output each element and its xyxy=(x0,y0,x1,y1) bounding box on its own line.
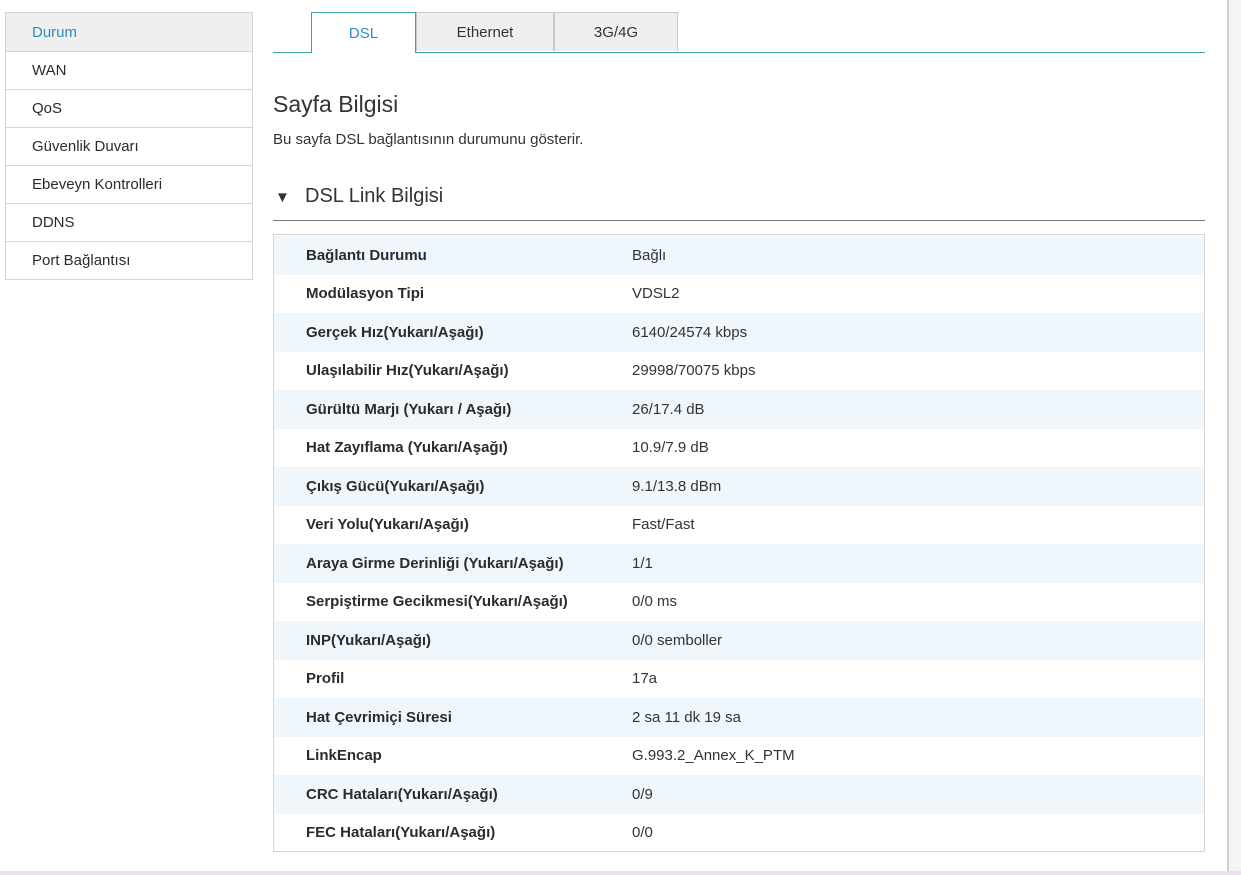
section-title: DSL Link Bilgisi xyxy=(305,185,444,207)
table-row: FEC Hataları(Yukarı/Aşağı) 0/0 xyxy=(274,814,1204,853)
row-value: Bağlı xyxy=(632,246,667,264)
row-value: 0/0 xyxy=(632,824,653,842)
row-value: 17a xyxy=(632,670,658,688)
table-row: Hat Zayıflama (Yukarı/Aşağı) 10.9/7.9 dB xyxy=(274,429,1204,468)
table-row: Araya Girme Derinliği (Yukarı/Aşağı) 1/1 xyxy=(274,544,1204,583)
row-value: 9.1/13.8 dBm xyxy=(632,477,722,495)
row-label: CRC Hataları(Yukarı/Aşağı) xyxy=(306,785,498,803)
row-label: Veri Yolu(Yukarı/Aşağı) xyxy=(306,516,469,534)
row-label: FEC Hataları(Yukarı/Aşağı) xyxy=(306,824,496,842)
table-row: Serpiştirme Gecikmesi(Yukarı/Aşağı) 0/0 m… xyxy=(274,583,1204,622)
row-value: 0/0 semboller xyxy=(632,631,723,649)
table-row: CRC Hataları(Yukarı/Aşağı) 0/9 xyxy=(274,775,1204,814)
row-value: G.993.2_Annex_K_PTM xyxy=(632,747,795,765)
row-label: Profil xyxy=(306,670,345,688)
row-value: 1/1 xyxy=(632,554,653,572)
table-row: Modülasyon Tipi VDSL2 xyxy=(274,275,1204,314)
dsl-info-table: Bağlantı Durumu Bağlı Modülasyon Tipi VDSL… xyxy=(273,234,1205,852)
row-value: 29998/70075 kbps xyxy=(632,362,756,380)
row-value: 6140/24574 kbps xyxy=(632,323,748,341)
tab-3g-4g[interactable]: 3G/4G xyxy=(554,12,678,51)
table-row: Gerçek Hız(Yukarı/Aşağı) 6140/24574 kbps xyxy=(274,313,1204,352)
row-label: Serpiştirme Gecikmesi(Yukarı/Aşağı) xyxy=(306,593,568,611)
collapse-triangle-icon[interactable]: ▼ xyxy=(275,189,305,206)
row-label: INP(Yukarı/Aşağı) xyxy=(306,631,432,649)
sidebar-item-parental-controls[interactable]: Ebeveyn Kontrolleri xyxy=(6,166,252,204)
page-description: Bu sayfa DSL bağlantısının durumunu göst… xyxy=(273,131,584,148)
row-value: 0/0 ms xyxy=(632,593,678,611)
vertical-scrollbar[interactable] xyxy=(1227,0,1241,875)
row-label: LinkEncap xyxy=(306,747,382,765)
tab-ethernet[interactable]: Ethernet xyxy=(416,12,554,51)
row-label: Gerçek Hız(Yukarı/Aşağı) xyxy=(306,323,484,341)
table-row: Profil 17a xyxy=(274,660,1204,699)
row-label: Hat Çevrimiçi Süresi xyxy=(306,708,452,726)
table-row: LinkEncap G.993.2_Annex_K_PTM xyxy=(274,737,1204,776)
row-label: Hat Zayıflama (Yukarı/Aşağı) xyxy=(306,439,508,457)
sidebar-item-firewall[interactable]: Güvenlik Duvarı xyxy=(6,128,252,166)
row-value: 0/9 xyxy=(632,785,653,803)
tab-dsl[interactable]: DSL xyxy=(311,12,416,53)
table-row: Bağlantı Durumu Bağlı xyxy=(274,236,1204,275)
row-value: 10.9/7.9 dB xyxy=(632,439,709,457)
sidebar-item-wan[interactable]: WAN xyxy=(6,52,252,90)
table-row: Gürültü Marjı (Yukarı / Aşağı) 26/17.4 dB xyxy=(274,390,1204,429)
sidebar-item-ddns[interactable]: DDNS xyxy=(6,204,252,242)
row-label: Ulaşılabilir Hız(Yukarı/Aşağı) xyxy=(306,362,509,380)
table-row: INP(Yukarı/Aşağı) 0/0 semboller xyxy=(274,621,1204,660)
row-value: 2 sa 11 dk 19 sa xyxy=(632,708,741,726)
page-title: Sayfa Bilgisi xyxy=(273,91,399,117)
row-value: Fast/Fast xyxy=(632,516,695,534)
sidebar-item-qos[interactable]: QoS xyxy=(6,90,252,128)
row-label: Çıkış Gücü(Yukarı/Aşağı) xyxy=(306,477,485,495)
table-row: Ulaşılabilir Hız(Yukarı/Aşağı) 29998/7007… xyxy=(274,352,1204,391)
table-row: Çıkış Gücü(Yukarı/Aşağı) 9.1/13.8 dBm xyxy=(274,467,1204,506)
row-value: VDSL2 xyxy=(632,285,680,303)
table-row: Veri Yolu(Yukarı/Aşağı) Fast/Fast xyxy=(274,506,1204,545)
sidebar-item-durum[interactable]: Durum xyxy=(6,13,252,52)
row-value: 26/17.4 dB xyxy=(632,400,705,418)
sidebar-item-port-forwarding[interactable]: Port Bağlantısı xyxy=(6,242,252,280)
bottom-divider xyxy=(0,871,1241,875)
tab-bar: DSL Ethernet 3G/4G xyxy=(273,12,1205,53)
section-header-dsl-link[interactable]: ▼ DSL Link Bilgisi xyxy=(273,185,1205,221)
table-row: Hat Çevrimiçi Süresi 2 sa 11 dk 19 sa xyxy=(274,698,1204,737)
row-label: Bağlantı Durumu xyxy=(306,246,427,264)
sidebar-nav: Durum WAN QoS Güvenlik Duvarı Ebeveyn Ko… xyxy=(5,12,253,280)
row-label: Araya Girme Derinliği (Yukarı/Aşağı) xyxy=(306,554,564,572)
row-label: Gürültü Marjı (Yukarı / Aşağı) xyxy=(306,400,512,418)
row-label: Modülasyon Tipi xyxy=(306,285,425,303)
